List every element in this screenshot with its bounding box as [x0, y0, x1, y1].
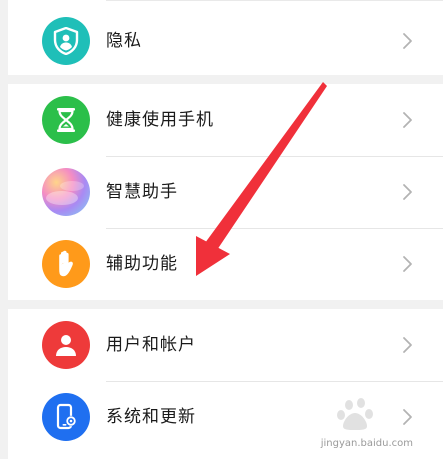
chevron-right-icon [403, 112, 412, 128]
settings-item-privacy[interactable]: 隐私 [8, 5, 443, 77]
hourglass-icon [42, 96, 90, 144]
divider [106, 0, 443, 1]
person-icon [42, 321, 90, 369]
settings-item-digital-balance[interactable]: 健康使用手机 [8, 84, 443, 156]
settings-item-label: 用户和帐户 [106, 335, 196, 355]
phone-gear-icon [42, 393, 90, 441]
shield-person-icon [42, 17, 90, 65]
settings-item-label: 隐私 [106, 31, 142, 51]
settings-group-privacy: 隐私 [8, 0, 443, 75]
settings-item-users-accounts[interactable]: 用户和帐户 [8, 309, 443, 381]
settings-item-label: 系统和更新 [106, 407, 196, 427]
chevron-right-icon [403, 33, 412, 49]
settings-item-label: 智慧助手 [106, 182, 178, 202]
settings-item-label: 健康使用手机 [106, 110, 214, 130]
watermark-text: jingyan.baidu.com [320, 438, 413, 449]
settings-item-accessibility[interactable]: 辅助功能 [8, 228, 443, 300]
baidu-paw-icon [337, 398, 373, 430]
chevron-right-icon [403, 337, 412, 353]
settings-item-smart-assistant[interactable]: 智慧助手 [8, 156, 443, 228]
settings-item-label: 辅助功能 [106, 254, 178, 274]
gradient-orb-icon [42, 168, 90, 216]
chevron-right-icon [403, 256, 412, 272]
hand-icon [42, 240, 90, 288]
settings-group-assist: 健康使用手机 智慧助手 辅助功能 [8, 84, 443, 300]
chevron-right-icon [403, 184, 412, 200]
